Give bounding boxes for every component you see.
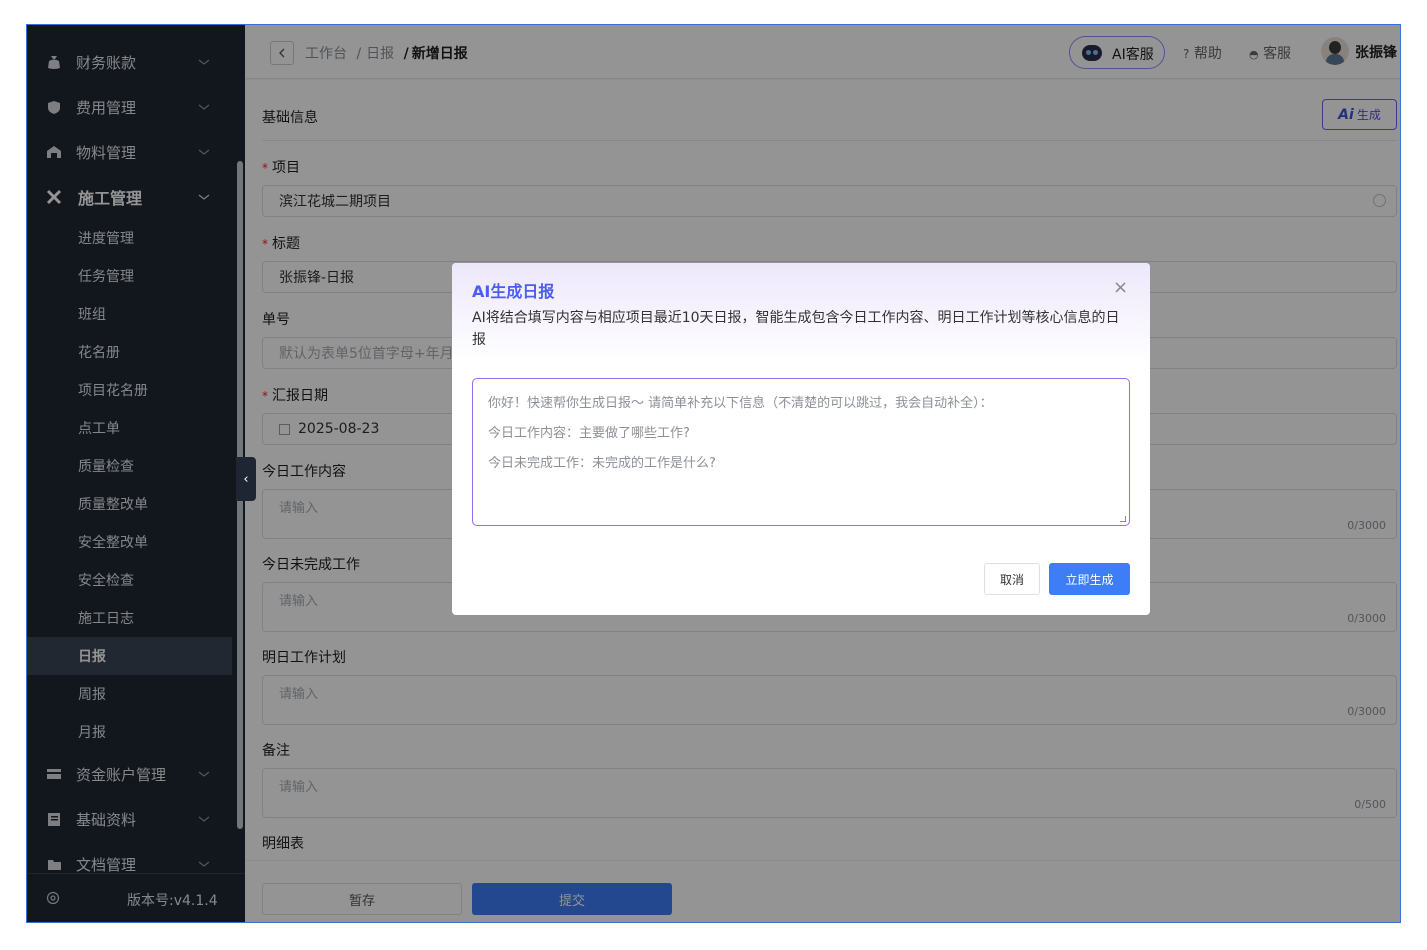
close-icon[interactable]: × bbox=[1113, 277, 1128, 298]
cancel-button[interactable]: 取消 bbox=[984, 563, 1040, 595]
prompt-textarea[interactable]: 你好！快速帮你生成日报～ 请简单补充以下信息（不清楚的可以跳过，我会自动补全）：… bbox=[472, 378, 1130, 526]
chevron-left-icon: ‹ bbox=[243, 471, 249, 487]
generate-now-button[interactable]: 立即生成 bbox=[1049, 563, 1130, 595]
resize-handle[interactable] bbox=[1120, 516, 1126, 522]
sidebar-collapse-button[interactable]: ‹ bbox=[236, 457, 256, 501]
dialog-title: AI生成日报 bbox=[472, 282, 555, 301]
dialog-description: AI将结合填写内容与相应项目最近10天日报，智能生成包含今日工作内容、明日工作计… bbox=[472, 310, 1120, 348]
app-window: 财务账款 费用管理 物料管理 施工管理 进度管理 任务管理 班组 花名册 项目花… bbox=[26, 24, 1401, 923]
ai-generate-dialog: AI生成日报 × AI将结合填写内容与相应项目最近10天日报，智能生成包含今日工… bbox=[452, 263, 1150, 615]
